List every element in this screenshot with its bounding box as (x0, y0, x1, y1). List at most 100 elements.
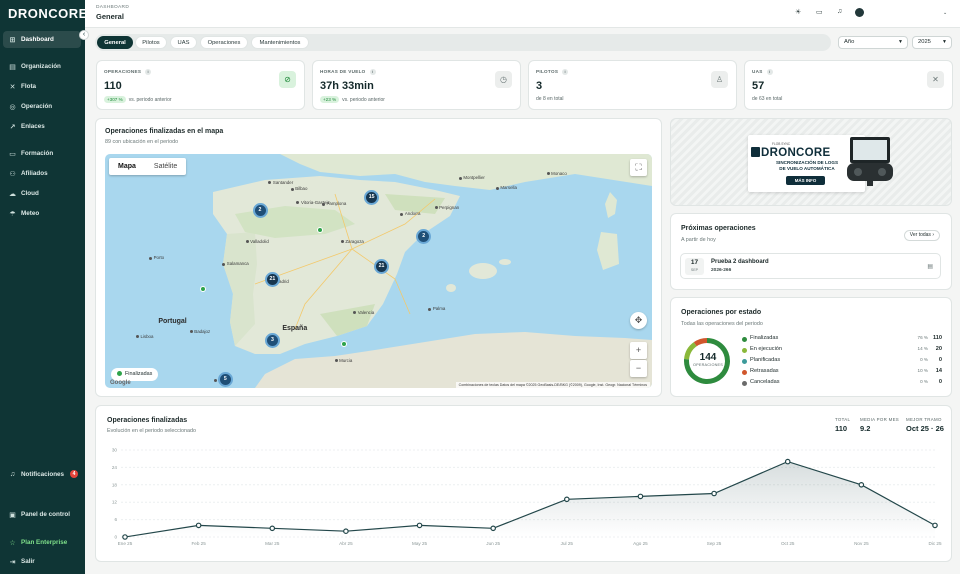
status-legend-row: Retrasadas 10 % 14 (742, 368, 942, 376)
sidebar-item-label: Afiliados (21, 170, 48, 177)
sidebar-item-meteo[interactable]: ☂ Meteo (3, 205, 81, 222)
data-point[interactable] (195, 522, 202, 529)
trend-title: Operaciones finalizadas (107, 417, 188, 424)
year-select[interactable]: 2025 ▼ (912, 36, 952, 49)
sidebar-item-label: Notificaciones (21, 471, 65, 478)
zoom-in-button[interactable]: + (630, 342, 647, 359)
notification-count-badge: 4 (70, 470, 78, 478)
x-tick-label: Mar 25 (265, 541, 280, 546)
city-label: Santander (272, 179, 294, 185)
bell-icon[interactable]: ♫ (837, 8, 842, 15)
status-legend-row: Finalizadas 76 % 110 (742, 335, 942, 343)
promo-cta-button[interactable]: MÁS INFO (786, 176, 825, 185)
map-type-toggle[interactable]: Mapa Satélite (109, 158, 187, 175)
collapse-sidebar-button[interactable]: ‹ (79, 30, 89, 40)
city-label: Palma (432, 306, 446, 312)
map-type-satelite[interactable]: Satélite (145, 158, 186, 175)
map-subtitle: 89 con ubicación en el periodo (105, 139, 179, 145)
x-tick-label: Jul 25 (561, 541, 574, 546)
map-attribution[interactable]: Combinaciones de teclas Datos del mapa ©… (455, 382, 650, 388)
tab-uas[interactable]: UAS (170, 36, 197, 49)
data-point[interactable] (637, 493, 644, 500)
land-corsica (605, 192, 617, 218)
avatar[interactable] (855, 8, 864, 17)
sidebar-item-operacion[interactable]: ◎ Operación (3, 98, 81, 115)
sidebar-item-dashboard[interactable]: ⊞ Dashboard (3, 31, 81, 48)
sidebar-item-organizacion[interactable]: ▤ Organización (3, 58, 81, 75)
operation-name: Prueba 2 dashboard (711, 259, 769, 265)
kpi-label-text: OPERACIONES (104, 69, 142, 75)
sidebar-item-enlaces[interactable]: ↗ Enlaces (3, 118, 81, 135)
tab-mantenimientos[interactable]: Mantenimientos (251, 36, 309, 49)
map-cluster[interactable]: 21 (264, 271, 280, 287)
view-all-button[interactable]: Ver todas › (903, 230, 940, 241)
map-legend-label: Finalizadas (125, 371, 153, 377)
city-marker (458, 176, 462, 180)
operation-day: 17 (690, 259, 699, 266)
map-cluster[interactable]: 21 (374, 258, 390, 274)
upcoming-operation-item[interactable]: 17 SEP Prueba 2 dashboard 2026-266 ▤ (680, 253, 941, 279)
card-icon[interactable]: ▭ (816, 8, 823, 16)
kpi-card: OPERACIONES i 110 +307 % vs. periodo anterio… (96, 60, 305, 110)
city-marker (245, 240, 249, 244)
period-select-value: Año (844, 39, 855, 45)
tab-pilotos[interactable]: Pilotos (135, 36, 167, 49)
data-point[interactable] (564, 496, 570, 503)
chevron-down-icon: ▼ (898, 39, 903, 45)
sidebar-item-panel[interactable]: ▣ Panel de control (3, 506, 81, 523)
sidebar-item-cloud[interactable]: ☁ Cloud (3, 185, 81, 202)
map-cluster[interactable]: 2 (252, 203, 268, 219)
data-point[interactable] (784, 458, 791, 465)
external-link-icon: ↗ (9, 123, 16, 131)
operation-marker[interactable] (199, 285, 206, 292)
map-type-mapa[interactable]: Mapa (109, 158, 145, 175)
users-icon: ⚇ (9, 170, 16, 178)
data-point[interactable] (490, 525, 496, 532)
city-label: Salamanca (226, 261, 249, 267)
promo-banner[interactable]: FLOB SYNC DRONCORE SINCRONIZACIÓN DE LOG… (670, 118, 952, 206)
city-label: Montpellier (463, 175, 485, 181)
x-tick-label: May 25 (412, 541, 428, 546)
city-label: Monaco (551, 170, 567, 176)
kpi-delta-badge: +307 % (104, 96, 126, 103)
info-icon[interactable]: i (369, 69, 376, 75)
data-point[interactable] (122, 534, 128, 540)
stat-value: 9.2 (860, 424, 871, 433)
city-marker (334, 359, 338, 363)
kpi-label-text: UAS (752, 69, 763, 75)
sidebar-item-logout[interactable]: ⇥ Salir (3, 553, 81, 570)
sidebar-item-flota[interactable]: ✕ Flota (3, 78, 81, 95)
tab-general[interactable]: General (97, 36, 133, 49)
upcoming-title: Próximas operaciones (681, 225, 756, 232)
info-icon[interactable]: i (766, 69, 773, 75)
city-marker (149, 256, 153, 260)
zoom-out-button[interactable]: − (630, 360, 647, 377)
info-icon[interactable]: i (562, 69, 569, 75)
info-icon[interactable]: i (145, 69, 152, 75)
sidebar-item-plan[interactable]: ☆ Plan Enterprise (3, 534, 81, 551)
city-label: Andorra (404, 211, 421, 217)
chevron-down-icon[interactable]: ⌄ (943, 10, 947, 16)
logout-icon: ⇥ (9, 558, 16, 566)
data-point[interactable] (343, 528, 349, 535)
theme-toggle-icon[interactable]: ☀ (795, 8, 801, 16)
chevron-right-icon: › (932, 232, 934, 238)
sidebar-item-notifications[interactable]: ♫ Notificaciones 4 (3, 466, 81, 483)
pan-control[interactable]: ✥ (630, 312, 647, 329)
legend-dot (117, 371, 122, 377)
data-point[interactable] (416, 522, 423, 529)
tab-operaciones[interactable]: Operaciones (200, 36, 248, 49)
city-marker (321, 202, 325, 206)
operation-marker[interactable] (316, 227, 323, 234)
fullscreen-button[interactable]: ⛶ (630, 159, 647, 176)
cloud-icon: ☁ (9, 190, 16, 198)
data-point[interactable] (932, 522, 938, 529)
map-view[interactable]: Santander Bilbao Vitoria-Gasteiz Pamplona An… (105, 154, 652, 388)
data-point[interactable] (711, 490, 717, 497)
x-tick-label: Ene 25 (118, 541, 133, 546)
period-select[interactable]: Año ▼ (838, 36, 908, 49)
data-point[interactable] (269, 525, 276, 532)
sidebar-item-formacion[interactable]: ▭ Formación (3, 145, 81, 162)
data-point[interactable] (858, 481, 865, 488)
sidebar-item-afiliados[interactable]: ⚇ Afiliados (3, 165, 81, 182)
